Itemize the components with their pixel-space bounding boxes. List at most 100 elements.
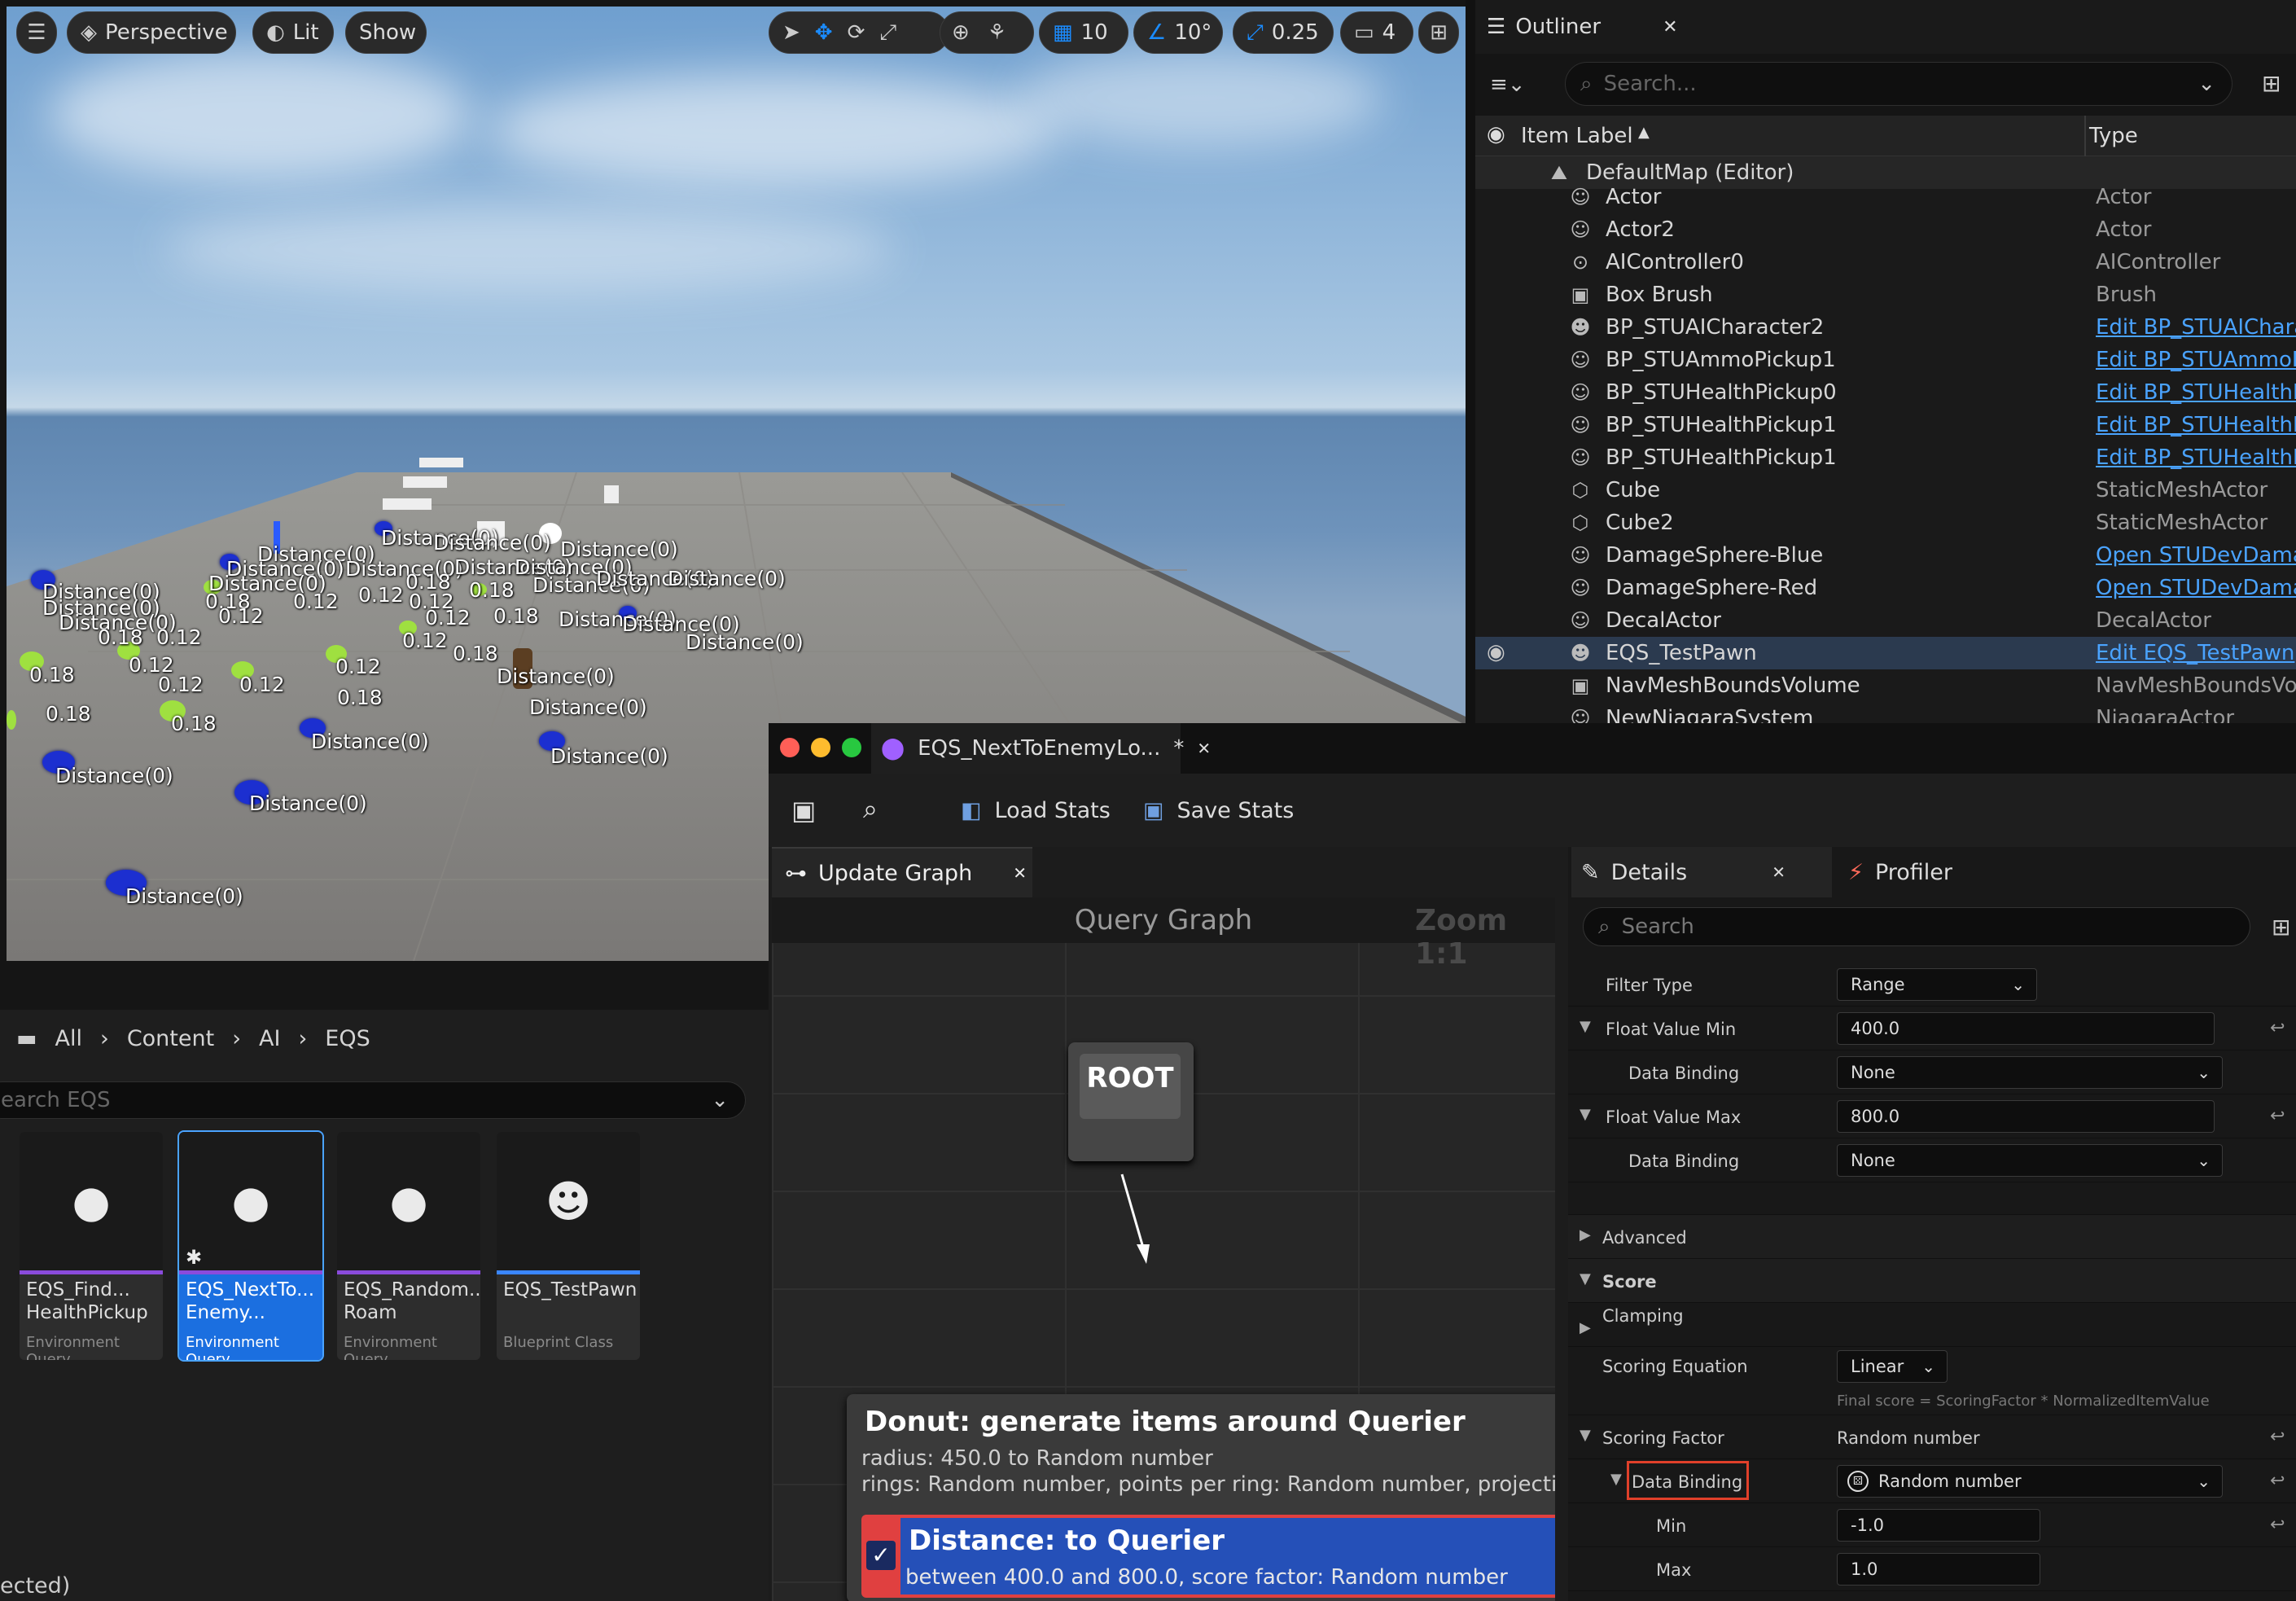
outliner-row[interactable]: ⬡ Cube2 StaticMeshActor — [1475, 507, 2296, 539]
outliner-row[interactable]: ☻ BP_STUAICharacter2 Edit BP_STUAIChara — [1475, 311, 2296, 344]
data-binding-dropdown[interactable]: None ⌄ — [1837, 1144, 2223, 1177]
outliner-row[interactable]: ▣ Box Brush Brush — [1475, 279, 2296, 311]
random-number-dropdown[interactable]: ⚄ Random number ⌄ — [1837, 1465, 2223, 1498]
layout-button[interactable]: ⊞ — [1418, 11, 1459, 54]
move-icon[interactable]: ✥ — [815, 20, 833, 45]
table-view-icon[interactable]: ⊞ — [2272, 914, 2290, 941]
viewport-menu-button[interactable]: ☰ — [16, 11, 57, 54]
breadcrumb-eqs[interactable]: EQS — [325, 1026, 370, 1051]
load-stats-button[interactable]: ◧ Load Stats — [961, 790, 1111, 831]
outliner-row[interactable]: ☺ Actor2 Actor — [1475, 213, 2296, 246]
breadcrumb-all[interactable]: All — [55, 1026, 82, 1051]
asset-tile-find-healthpickup[interactable]: ● EQS_Find... HealthPickup Environment Qu… — [20, 1132, 163, 1360]
distance-test-node[interactable]: ✓ Distance: to Querier between 400.0 and… — [861, 1515, 1555, 1598]
add-folder-icon[interactable]: ⊞ — [2262, 70, 2281, 97]
asset-tile-eqs-testpawn[interactable]: ☻ EQS_TestPawn Blueprint Class — [497, 1132, 640, 1360]
reset-icon[interactable]: ↩ — [2270, 1018, 2285, 1038]
outliner-row[interactable]: ☺ Actor Actor — [1475, 181, 2296, 213]
expand-arrow-icon[interactable]: ▼ — [1580, 1427, 1591, 1444]
reset-icon[interactable]: ↩ — [2270, 1427, 2285, 1447]
eye-icon[interactable]: ◉ — [1487, 122, 1505, 147]
outliner-search[interactable]: ⌕ Search... ⌄ — [1565, 62, 2232, 106]
close-window-button[interactable] — [780, 738, 800, 757]
chevron-down-icon[interactable]: ⌄ — [2197, 72, 2215, 96]
minimize-window-button[interactable] — [811, 738, 830, 757]
outliner-item-type[interactable]: Edit BP_STUHealthP — [2096, 380, 2296, 405]
scale-icon[interactable]: ⤢ — [879, 20, 896, 46]
outliner-item-type[interactable]: Edit BP_STUAmmoP — [2096, 348, 2296, 372]
outliner-row[interactable]: ☺ DamageSphere-Blue Open STUDevDamag — [1475, 539, 2296, 572]
asset-tile-random-roam[interactable]: ● EQS_Random... Roam Environment Query — [337, 1132, 480, 1360]
column-type[interactable]: Type — [2089, 124, 2138, 148]
reset-icon[interactable]: ↩ — [2270, 1515, 2285, 1535]
rotate-icon[interactable]: ⟳ — [848, 20, 865, 45]
transform-tools[interactable]: ➤ ✥ ⟳ ⤢ — [769, 11, 949, 54]
select-icon[interactable]: ➤ — [782, 20, 800, 45]
outliner-tab[interactable]: ☰ Outliner ✕ — [1475, 0, 1720, 54]
outliner-row[interactable]: ▣ NavMeshBoundsVolume NavMeshBoundsVolu — [1475, 669, 2296, 702]
content-search-input[interactable]: earch EQS ⌄ — [0, 1081, 746, 1119]
outliner-row[interactable]: ☺ BP_STUHealthPickup1 Edit BP_STUHealthP — [1475, 409, 2296, 441]
random-max-input[interactable]: 1.0 — [1837, 1553, 2040, 1586]
show-button[interactable]: Show — [345, 11, 427, 54]
eye-icon[interactable]: ◉ — [1487, 640, 1505, 665]
tab-details[interactable]: ✎ Details ✕ — [1571, 847, 1832, 897]
query-graph-canvas[interactable]: Query Graph Zoom 1:1 ROOT Donut: generat… — [772, 897, 1555, 1601]
tab-update-graph[interactable]: ⊶ Update Graph ✕ — [772, 847, 1032, 897]
outliner-item-type[interactable]: Open STUDevDamag — [2096, 576, 2296, 600]
test-enabled-checkbox[interactable]: ✓ — [866, 1541, 896, 1570]
close-icon[interactable]: ✕ — [1772, 862, 1786, 882]
rotate-snap-button[interactable]: ∠ 10° — [1133, 11, 1223, 54]
data-binding-dropdown[interactable]: None ⌄ — [1837, 1056, 2223, 1089]
outliner-row[interactable]: ☺ BP_STUHealthPickup0 Edit BP_STUHealthP — [1475, 376, 2296, 409]
surface-snap-icon[interactable]: ⚘ — [988, 20, 1006, 45]
close-icon[interactable]: ✕ — [1197, 739, 1211, 758]
scale-snap-button[interactable]: ⤢ 0.25 — [1233, 11, 1334, 54]
float-max-input[interactable]: 800.0 — [1837, 1100, 2215, 1133]
chevron-down-icon[interactable]: ⌄ — [711, 1088, 729, 1112]
expand-arrow-icon[interactable]: ▼ — [1580, 1106, 1591, 1123]
world-icon[interactable]: ⊕ — [952, 20, 970, 45]
outliner-row[interactable]: ☺ BP_STUAmmoPickup1 Edit BP_STUAmmoP — [1475, 344, 2296, 376]
outliner-row[interactable]: ⬡ Cube StaticMeshActor — [1475, 474, 2296, 507]
breadcrumb-content[interactable]: Content — [127, 1026, 214, 1051]
outliner-row[interactable]: ☺ DamageSphere-Red Open STUDevDamag — [1475, 572, 2296, 604]
column-item-label[interactable]: Item Label — [1521, 124, 1633, 148]
perspective-button[interactable]: ◈ Perspective — [67, 11, 236, 54]
column-divider[interactable] — [2084, 116, 2086, 156]
donut-generator-node[interactable]: Donut: generate items around Querier rad… — [847, 1394, 1555, 1601]
tab-profiler[interactable]: ⚡ Profiler — [1838, 847, 2050, 897]
reset-icon[interactable]: ↩ — [2270, 1106, 2285, 1126]
asset-tile-nextto-enemy[interactable]: ● ✱ EQS_NextTo... Enemy... Environment Qu… — [177, 1130, 324, 1362]
expand-arrow-icon[interactable]: ▶ — [1580, 1226, 1591, 1244]
float-min-input[interactable]: 400.0 — [1837, 1012, 2215, 1045]
outliner-item-type[interactable]: Edit BP_STUHealthP — [2096, 413, 2296, 437]
camera-speed-button[interactable]: ▭ 4 — [1340, 11, 1413, 54]
expand-arrow-icon[interactable]: ▼ — [1610, 1471, 1622, 1488]
outliner-item-type[interactable]: Edit BP_STUHealthP — [2096, 445, 2296, 470]
maximize-window-button[interactable] — [842, 738, 861, 757]
outliner-row[interactable]: ☺ BP_STUHealthPickup1 Edit BP_STUHealthP — [1475, 441, 2296, 474]
lit-button[interactable]: ◐ Lit — [252, 11, 334, 54]
root-node[interactable]: ROOT — [1068, 1042, 1194, 1161]
outliner-row[interactable]: ⊙ AIController0 AIController — [1475, 246, 2296, 279]
reset-icon[interactable]: ↩ — [2270, 1471, 2285, 1491]
breadcrumb-ai[interactable]: AI — [259, 1026, 280, 1051]
outliner-item-type[interactable]: Edit BP_STUAIChara — [2096, 315, 2296, 340]
scoring-equation-dropdown[interactable]: Linear ⌄ — [1837, 1350, 1948, 1383]
coord-tools[interactable]: ⊕ ⚘ — [940, 11, 1034, 54]
expand-arrow-icon[interactable]: ▼ — [1580, 1018, 1591, 1035]
filter-icon[interactable]: ≡⌄ — [1490, 72, 1526, 97]
section-score[interactable]: ▼ Score — [1568, 1259, 2296, 1303]
expand-arrow-icon[interactable]: ▶ — [1580, 1319, 1591, 1336]
filter-type-dropdown[interactable]: Range ⌄ — [1837, 968, 2037, 1001]
outliner-row[interactable]: ◉ ☻ EQS_TestPawn Edit EQS_TestPawn — [1475, 637, 2296, 669]
browse-asset-icon[interactable]: ⌕ — [863, 793, 878, 825]
outliner-item-type[interactable]: Open STUDevDamag — [2096, 543, 2296, 568]
expand-arrow-icon[interactable]: ▼ — [1580, 1270, 1591, 1287]
random-min-input[interactable]: -1.0 — [1837, 1509, 2040, 1542]
outliner-item-type[interactable]: Edit EQS_TestPawn — [2096, 641, 2294, 665]
outliner-row[interactable]: ☺ DecalActor DecalActor — [1475, 604, 2296, 637]
save-stats-button[interactable]: ▣ Save Stats — [1143, 790, 1294, 831]
close-icon[interactable]: ✕ — [1663, 17, 1677, 37]
